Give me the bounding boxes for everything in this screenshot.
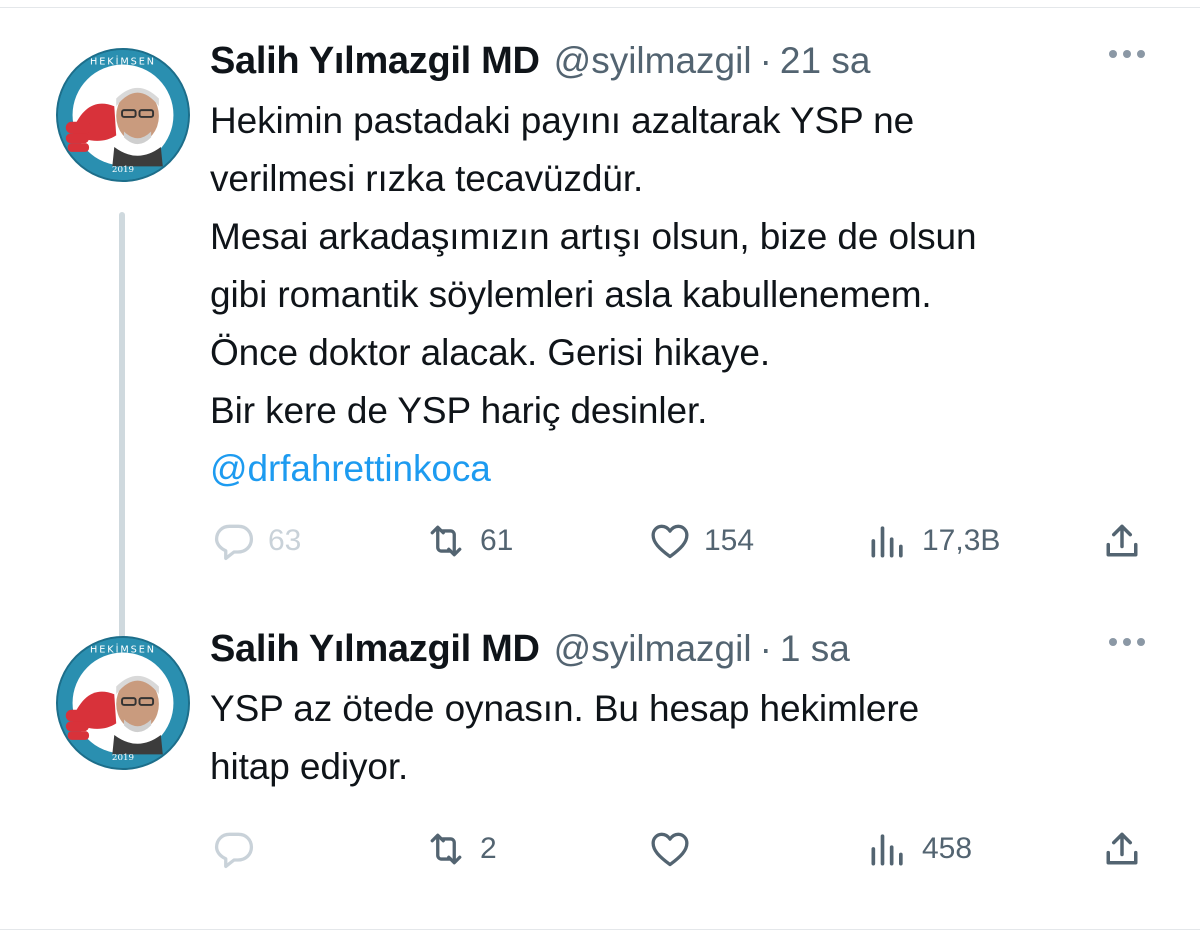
top-divider: [0, 0, 1200, 8]
tweet-text: YSP az ötede oynasın. Bu hesap hekimlere…: [210, 680, 1155, 796]
share-button[interactable]: [1100, 824, 1144, 874]
mention-link[interactable]: @drfahrettinkoca: [210, 440, 1155, 498]
share-button[interactable]: [1100, 516, 1144, 566]
retweet-count: 61: [480, 524, 514, 557]
reply-button[interactable]: 63: [212, 516, 301, 566]
avatar-image: 2019 HEKİMSEN: [58, 638, 188, 768]
tweet-text-line: Hekimin pastadaki payını azaltarak YSP n…: [210, 100, 915, 141]
avatar-year-text: 2019: [112, 165, 134, 175]
tweet-content: Salih Yılmazgil MD @syilmazgil · 1 sa YS…: [210, 628, 1155, 796]
views-icon: [871, 834, 903, 866]
share-icon: [1106, 832, 1138, 865]
share-icon: [1106, 524, 1138, 557]
tweet-text: Hekimin pastadaki payını azaltarak YSP n…: [210, 92, 1155, 498]
reply-count: 63: [268, 524, 302, 557]
bottom-divider: [0, 929, 1200, 930]
views-button[interactable]: 17,3B: [866, 516, 1000, 566]
like-button[interactable]: 154: [648, 516, 754, 566]
reply-icon: [214, 832, 254, 869]
like-icon: [651, 832, 689, 867]
reply-icon: [214, 524, 254, 561]
retweet-icon: [430, 833, 462, 865]
retweet-button[interactable]: 2: [424, 824, 497, 874]
retweet-icon: [430, 525, 462, 557]
avatar-year-text: 2019: [112, 753, 134, 763]
tweet-text-line: hitap ediyor.: [210, 746, 409, 787]
tweet-content: Salih Yılmazgil MD @syilmazgil · 21 sa H…: [210, 40, 1155, 498]
like-count: 154: [704, 524, 755, 557]
retweet-button[interactable]: 61: [424, 516, 513, 566]
tweet-header: Salih Yılmazgil MD @syilmazgil · 1 sa: [210, 628, 1155, 674]
author-name[interactable]: Salih Yılmazgil MD: [210, 40, 540, 83]
views-icon: [871, 526, 903, 558]
avatar-image: 2019 HEKİMSEN: [58, 50, 188, 180]
author-handle[interactable]: @syilmazgil: [554, 40, 752, 82]
tweet-text-line: verilmesi rızka tecavüzdür.: [210, 158, 644, 199]
tweet-text-line: Bir kere de YSP hariç desinler.: [210, 390, 708, 431]
tweet-text-line: Önce doktor alacak. Gerisi hikaye.: [210, 332, 771, 373]
timestamp[interactable]: 21 sa: [780, 40, 871, 82]
retweet-count: 2: [480, 832, 497, 865]
tweet-actions: 63 61 154 17,3B: [210, 516, 1155, 566]
views-count: 458: [922, 832, 973, 865]
separator-dot: ·: [759, 628, 772, 669]
thread-connector-line: [119, 212, 125, 646]
more-icon[interactable]: [1109, 50, 1145, 58]
separator-dot: ·: [759, 40, 772, 81]
more-icon[interactable]: [1109, 638, 1145, 646]
reply-button[interactable]: [212, 824, 268, 874]
avatar-ring-text: HEKİMSEN: [90, 55, 156, 68]
like-icon: [651, 524, 689, 559]
avatar[interactable]: 2019 HEKİMSEN: [56, 48, 190, 182]
timestamp[interactable]: 1 sa: [780, 628, 850, 670]
tweet-text-line: YSP az ötede oynasın. Bu hesap hekimlere: [210, 688, 920, 729]
avatar-ring-text: HEKİMSEN: [90, 643, 156, 656]
like-button[interactable]: [648, 824, 704, 874]
tweet-text-line: gibi romantik söylemleri asla kabullenem…: [210, 274, 932, 315]
author-name[interactable]: Salih Yılmazgil MD: [210, 628, 540, 671]
tweet-text-line: Mesai arkadaşımızın artışı olsun, bize d…: [210, 216, 977, 257]
author-handle[interactable]: @syilmazgil: [554, 628, 752, 670]
views-count: 17,3B: [922, 524, 1001, 557]
views-button[interactable]: 458: [866, 824, 972, 874]
avatar[interactable]: 2019 HEKİMSEN: [56, 636, 190, 770]
tweet-header: Salih Yılmazgil MD @syilmazgil · 21 sa: [210, 40, 1155, 86]
tweet-actions: 2 458: [210, 824, 1155, 874]
